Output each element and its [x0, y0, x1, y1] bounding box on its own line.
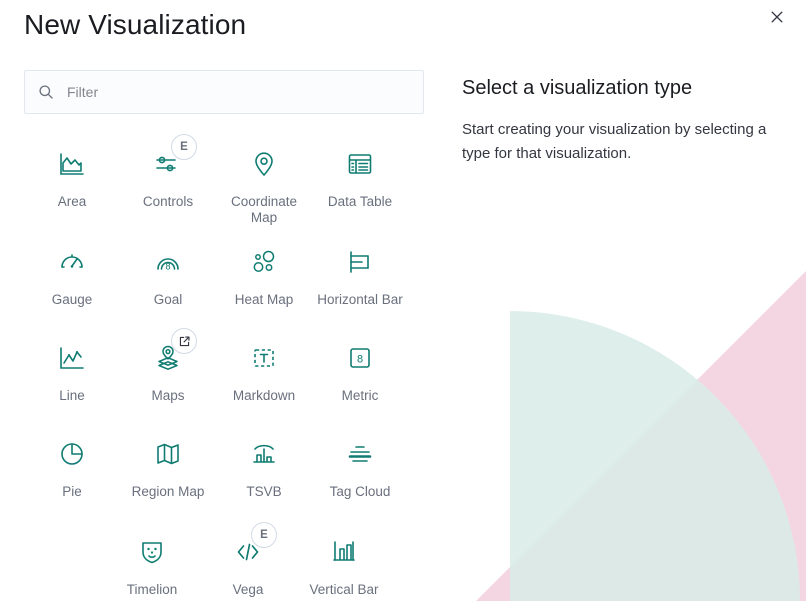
viz-type-metric[interactable]: 8 Metric — [312, 332, 408, 428]
viz-type-goal[interactable]: 8 Goal — [120, 236, 216, 332]
viz-type-label: Markdown — [232, 388, 296, 403]
maps-layers-icon — [143, 328, 197, 376]
tsvb-icon — [239, 436, 289, 472]
viz-type-label: Data Table — [327, 194, 393, 209]
viz-type-gauge[interactable]: Gauge — [24, 236, 120, 332]
viz-type-label: Horizontal Bar — [317, 292, 403, 307]
viz-type-region-map[interactable]: Region Map — [120, 428, 216, 524]
viz-type-markdown[interactable]: Markdown — [216, 332, 312, 428]
search-icon — [38, 84, 54, 100]
details-panel-title: Select a visualization type — [462, 77, 693, 99]
viz-type-label: Metric — [341, 388, 379, 403]
horizontal-bar-icon — [335, 244, 385, 280]
viz-type-maps[interactable]: Maps — [120, 328, 216, 428]
viz-type-label: Maps — [151, 388, 185, 403]
viz-type-label: Gauge — [51, 292, 93, 307]
viz-type-tsvb[interactable]: TSVB — [216, 428, 312, 524]
viz-type-timelion[interactable]: Timelion — [104, 526, 200, 601]
viz-type-label: Goal — [153, 292, 183, 307]
filter-search-input[interactable] — [24, 70, 424, 114]
details-panel-description: Start creating your visualization by sel… — [462, 121, 767, 162]
viz-type-label: Pie — [62, 484, 82, 499]
details-panel: Select a visualization type Start creati… — [462, 74, 772, 166]
decorative-teal-quarter-circle — [510, 311, 800, 601]
viz-type-coordinate-map[interactable]: Coordinate Map — [216, 138, 312, 236]
goal-icon: 8 — [143, 244, 193, 280]
svg-text:8: 8 — [165, 262, 170, 272]
cross-icon — [770, 10, 784, 24]
visualization-grid: Area E Controls Coordinate Map Data Table Gau… — [24, 134, 424, 524]
new-visualization-dialog: New Visualization Area E Controls Coordinat… — [0, 0, 806, 601]
area-chart-icon — [47, 146, 97, 182]
viz-type-line[interactable]: Line — [24, 332, 120, 428]
viz-type-tag-cloud[interactable]: Tag Cloud — [312, 428, 408, 524]
viz-type-label: Area — [57, 194, 87, 209]
region-map-icon — [143, 436, 193, 472]
markdown-text-icon — [239, 340, 289, 376]
visualization-grid-last-row: Timelion E Vega Vertical Bar — [104, 522, 392, 601]
controls-icon: E — [143, 134, 197, 182]
gauge-icon — [47, 244, 97, 280]
viz-type-pie[interactable]: Pie — [24, 428, 120, 524]
decorative-pink-triangle — [476, 271, 806, 601]
vertical-bar-icon — [319, 534, 369, 570]
metric-icon: 8 — [335, 340, 385, 376]
viz-type-vertical-bar[interactable]: Vertical Bar — [296, 526, 392, 601]
viz-type-label: Controls — [142, 194, 194, 209]
viz-type-label: Region Map — [131, 484, 205, 499]
viz-type-label: TSVB — [246, 484, 282, 499]
viz-badge-external-link-icon — [171, 328, 197, 354]
table-icon — [335, 146, 385, 182]
viz-type-horizontal-bar[interactable]: Horizontal Bar — [312, 236, 408, 332]
pie-chart-icon — [47, 436, 97, 472]
viz-type-label: Timelion — [126, 582, 178, 597]
line-chart-icon — [47, 340, 97, 376]
viz-type-label: Vega — [232, 582, 264, 597]
viz-badge-experimental: E — [171, 134, 197, 160]
viz-type-label: Heat Map — [234, 292, 294, 307]
viz-type-label: Coordinate Map — [230, 194, 298, 225]
filter-search-wrapper — [24, 70, 424, 114]
viz-type-label: Line — [59, 388, 85, 403]
viz-type-vega[interactable]: E Vega — [200, 522, 296, 601]
timelion-icon — [127, 534, 177, 570]
map-pin-icon — [239, 146, 289, 182]
visualization-picker: Area E Controls Coordinate Map Data Table Gau… — [24, 70, 424, 601]
viz-type-area[interactable]: Area — [24, 138, 120, 236]
viz-type-data-table[interactable]: Data Table — [312, 138, 408, 236]
viz-type-label: Vertical Bar — [309, 582, 379, 597]
heatmap-icon — [239, 244, 289, 280]
page-title: New Visualization — [24, 9, 247, 40]
viz-type-heat-map[interactable]: Heat Map — [216, 236, 312, 332]
viz-badge-experimental: E — [251, 522, 277, 548]
viz-type-controls[interactable]: E Controls — [120, 134, 216, 236]
viz-type-label: Tag Cloud — [329, 484, 391, 499]
vega-code-icon: E — [223, 522, 277, 570]
close-dialog-button[interactable] — [760, 0, 794, 34]
svg-text:8: 8 — [357, 354, 363, 366]
tag-cloud-icon — [335, 436, 385, 472]
